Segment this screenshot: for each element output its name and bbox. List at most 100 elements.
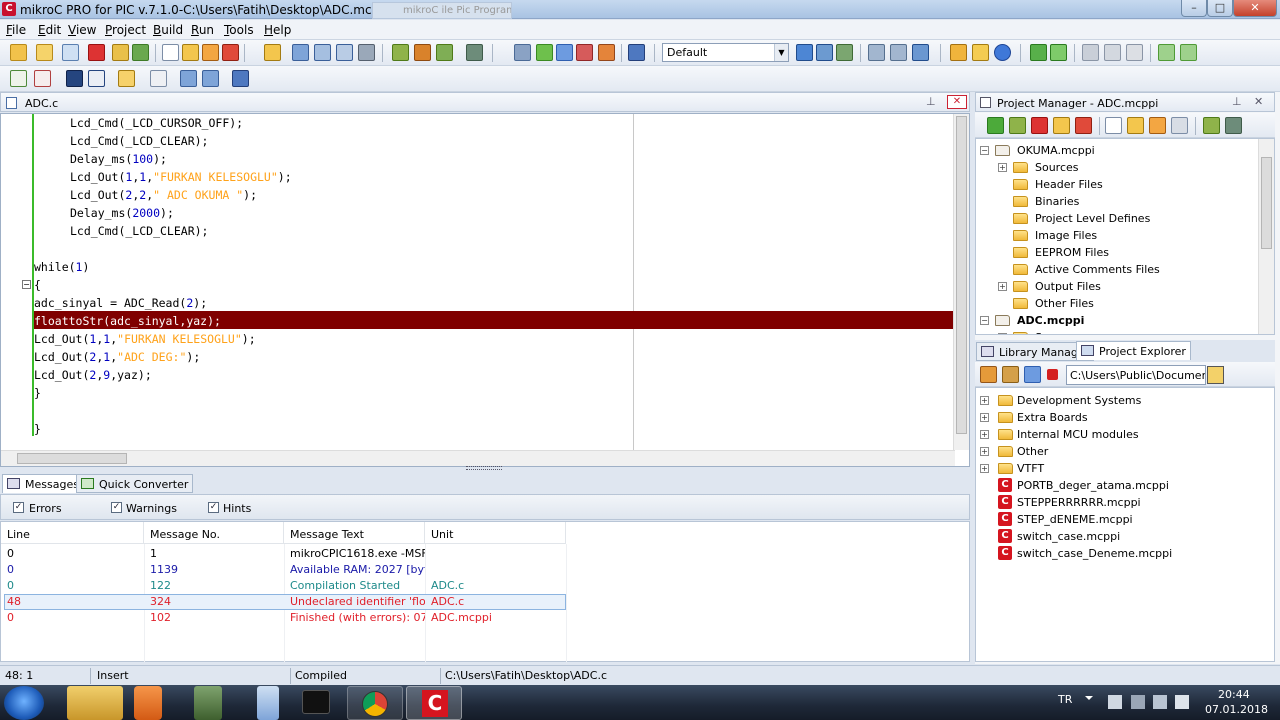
tree-node-label[interactable]: Binaries: [1035, 193, 1079, 210]
help-icon[interactable]: [994, 44, 1011, 61]
statistics-icon[interactable]: [232, 70, 249, 87]
view-statistics-icon[interactable]: [536, 44, 553, 61]
errors-checkbox[interactable]: ✓: [13, 502, 24, 513]
menu-project[interactable]: Project: [105, 23, 146, 37]
programmer-icon[interactable]: [466, 44, 483, 61]
code-line[interactable]: }: [34, 420, 41, 438]
lcd-designer-icon[interactable]: [598, 44, 615, 61]
project-tree-scrollbar[interactable]: [1258, 139, 1274, 334]
warnings-checkbox[interactable]: ✓: [111, 502, 122, 513]
code-line[interactable]: Lcd_Cmd(_LCD_CURSOR_OFF);: [70, 114, 243, 132]
code-editor[interactable]: − Lcd_Cmd(_LCD_CURSOR_OFF); Lcd_Cmd(_LCD_…: [0, 113, 970, 467]
tab-messages[interactable]: Messages: [2, 474, 84, 493]
build-project-icon[interactable]: [1203, 117, 1220, 134]
new-file-icon[interactable]: [162, 44, 179, 61]
seven-segment-icon[interactable]: [576, 44, 593, 61]
tree-node-label[interactable]: Image Files: [1035, 227, 1097, 244]
close-editor-tab-button[interactable]: ✕: [947, 95, 967, 109]
network-icon[interactable]: [1131, 695, 1145, 709]
open-project-icon[interactable]: [36, 44, 53, 61]
edit-project-icon[interactable]: [112, 44, 129, 61]
print-icon[interactable]: [358, 44, 375, 61]
calculator-icon[interactable]: [257, 686, 279, 720]
menu-build[interactable]: Build: [153, 23, 183, 37]
tree-expander-icon[interactable]: +: [980, 430, 989, 439]
message-cell-line[interactable]: 0: [1, 546, 144, 562]
begin-end-remove-icon[interactable]: [88, 70, 105, 87]
tree-expander-icon[interactable]: −: [980, 146, 989, 155]
minimize-button[interactable]: –: [1181, 0, 1207, 17]
message-cell-line[interactable]: 0: [1, 562, 144, 578]
open-icon[interactable]: [264, 44, 281, 61]
menu-edit[interactable]: Edit: [38, 23, 61, 37]
menu-view[interactable]: View: [68, 23, 96, 37]
clock-time[interactable]: 20:44: [1218, 688, 1250, 701]
new-file-icon[interactable]: [1105, 117, 1122, 134]
maximize-button[interactable]: □: [1207, 0, 1233, 17]
cut-icon[interactable]: [1082, 44, 1099, 61]
navigate-forward-icon[interactable]: [1180, 44, 1197, 61]
code-line[interactable]: Lcd_Out(2,9,yaz);: [34, 366, 152, 384]
menu-run[interactable]: Run: [191, 23, 214, 37]
message-cell-text[interactable]: Available RAM: 2027 [byt...: [284, 562, 425, 578]
tree-expander-icon[interactable]: +: [980, 447, 989, 456]
open-file-icon[interactable]: [182, 44, 199, 61]
input-language[interactable]: TR: [1058, 693, 1072, 706]
insert-braces-icon[interactable]: [10, 70, 27, 87]
undo-icon[interactable]: [1030, 44, 1047, 61]
navigate-back-icon[interactable]: [1158, 44, 1175, 61]
save-project-icon[interactable]: [1053, 117, 1070, 134]
volume-icon[interactable]: [1175, 695, 1189, 709]
paste-icon[interactable]: [1126, 44, 1143, 61]
editor-vertical-scrollbar[interactable]: [953, 114, 969, 450]
scrollbar-thumb[interactable]: [1261, 157, 1272, 249]
indent-icon[interactable]: [912, 44, 929, 61]
command-prompt-icon[interactable]: [302, 690, 330, 714]
menu-help[interactable]: Help: [264, 23, 291, 37]
chevron-down-icon[interactable]: ▼: [774, 44, 788, 61]
save-layout-icon[interactable]: [796, 44, 813, 61]
recent-files-icon[interactable]: [202, 44, 219, 61]
message-cell-unit[interactable]: ADC.mcppi: [425, 610, 566, 626]
new-project-icon[interactable]: [10, 44, 27, 61]
build-configuration-select[interactable]: Default ▼: [662, 43, 789, 62]
home-icon[interactable]: [980, 366, 997, 383]
code-line[interactable]: Delay_ms(100);: [70, 150, 167, 168]
stop-icon[interactable]: [1047, 369, 1058, 380]
explorer-item-label[interactable]: Internal MCU modules: [1017, 426, 1139, 443]
message-cell-unit[interactable]: ADC.c: [425, 578, 566, 594]
remove-file-icon[interactable]: [1171, 117, 1188, 134]
close-project-icon[interactable]: [88, 44, 105, 61]
view-assembly-icon[interactable]: [514, 44, 531, 61]
code-template-icon[interactable]: [118, 70, 135, 87]
code-line[interactable]: Lcd_Out(1,1,"FURKAN KELESOGLU");: [34, 330, 256, 348]
explorer-path-field[interactable]: C:\Users\Public\Documents\Mikro: [1066, 365, 1206, 385]
menu-tools[interactable]: Tools: [224, 23, 254, 37]
redo-icon[interactable]: [1050, 44, 1067, 61]
close-window-button[interactable]: ✕: [1233, 0, 1277, 17]
fold-toggle-icon[interactable]: −: [22, 280, 31, 289]
message-cell-line[interactable]: 0: [1, 578, 144, 594]
code-line[interactable]: Lcd_Out(2,1,"ADC DEG:");: [34, 348, 200, 366]
editor-tab-adc-c[interactable]: ADC.c: [25, 97, 58, 110]
add-file-icon[interactable]: [1127, 117, 1144, 134]
tab-quick-converter[interactable]: Quick Converter: [76, 474, 194, 493]
column-header-message-no[interactable]: Message No.: [144, 522, 284, 544]
project-settings-icon[interactable]: [132, 44, 149, 61]
column-header-line[interactable]: Line: [1, 522, 144, 544]
message-cell-text[interactable]: mikroCPIC1618.exe -MSF...: [284, 546, 425, 562]
code-line[interactable]: {: [34, 276, 41, 294]
tree-node-label[interactable]: Output Files: [1035, 278, 1101, 295]
tree-expander-icon[interactable]: +: [980, 464, 989, 473]
browse-folder-icon[interactable]: [1207, 366, 1224, 384]
comment-icon[interactable]: [868, 44, 885, 61]
code-line[interactable]: }: [34, 384, 41, 402]
tree-expander-icon[interactable]: +: [998, 163, 1007, 172]
menu-file[interactable]: File: [6, 23, 26, 37]
add-existing-file-icon[interactable]: [1149, 117, 1166, 134]
message-cell-unit[interactable]: [425, 562, 566, 578]
explorer-item-label[interactable]: switch_case_Deneme.mcppi: [1017, 545, 1172, 562]
tree-node-label[interactable]: Sources: [1035, 159, 1079, 176]
copy-icon[interactable]: [1104, 44, 1121, 61]
action-center-icon[interactable]: [1108, 695, 1122, 709]
